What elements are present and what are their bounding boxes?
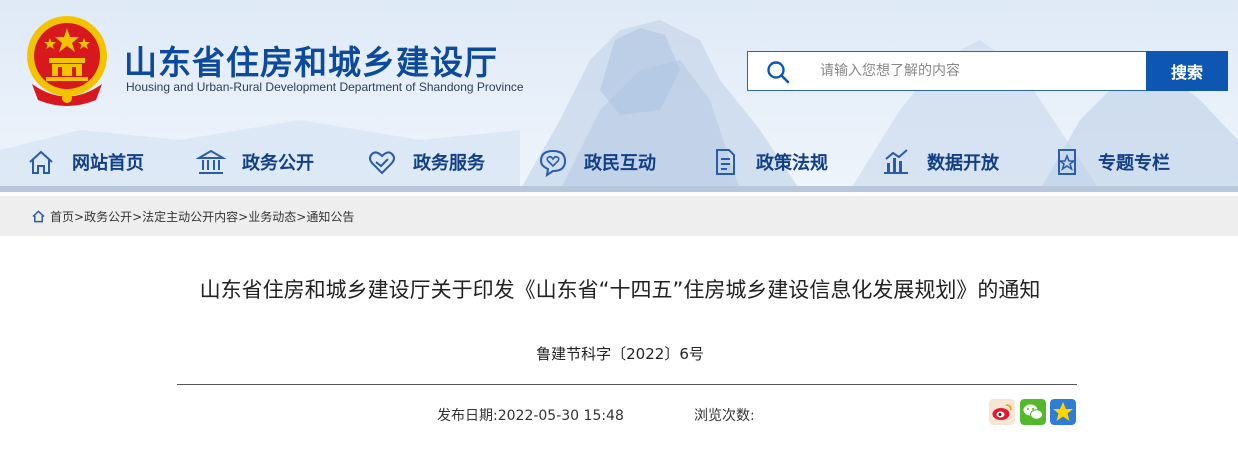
publish-date: 发布日期:2022-05-30 15:48 [437,405,624,425]
breadcrumb-separator: > [296,209,307,224]
document-icon [716,149,735,175]
breadcrumb-separator: > [238,209,249,224]
search-box: 搜索 [747,51,1228,91]
site-header: 山东省住房和城乡建设厅 Housing and Urban-Rural Deve… [0,0,1238,190]
nav-item-label: 政民互动 [584,153,656,174]
nav-item-label: 政策法规 [756,153,828,174]
nav-item-label: 政务服务 [413,153,485,174]
nav-item-interaction[interactable]: 政民互动 [538,140,656,184]
nav-item-special-topics[interactable]: 专题专栏 [1052,140,1170,184]
heart-hands-icon [369,151,395,175]
breadcrumb: 首页 > 政务公开 > 法定主动公开内容 > 业务动态 > 通知公告 [32,208,354,225]
breadcrumb-link-home[interactable]: 首页 [50,208,74,225]
view-count-label: 浏览次数: [694,408,755,424]
breadcrumb-link-business[interactable]: 业务动态 [248,208,296,225]
site-title: 山东省住房和城乡建设厅 [124,43,498,82]
chat-heart-icon [539,149,567,177]
search-button[interactable]: 搜索 [1146,51,1228,91]
publish-date-value: 2022-05-30 15:48 [497,408,624,424]
government-building-icon [196,149,226,174]
nav-item-label: 政务公开 [242,153,314,174]
nav-item-open-data[interactable]: 数据开放 [881,140,999,184]
home-icon [29,150,53,174]
search-input[interactable] [820,53,1140,89]
breadcrumb-link-notices[interactable]: 通知公告 [306,208,354,225]
nav-item-label: 网站首页 [72,153,144,174]
star-document-icon [1057,149,1077,175]
weibo-icon[interactable] [989,399,1015,425]
breadcrumb-link-gov-affairs[interactable]: 政务公开 [84,208,132,225]
home-icon [32,210,45,223]
title-divider [177,384,1077,385]
national-emblem-icon [27,16,107,106]
main-nav: 网站首页 政务公开 政务服务 政民互动 政策法规 数据开放 专题专栏 [0,140,1238,184]
wechat-icon[interactable] [1020,399,1046,425]
breadcrumb-bar: 首页 > 政务公开 > 法定主动公开内容 > 业务动态 > 通知公告 [0,196,1238,236]
publish-date-label: 发布日期: [437,408,498,424]
search-icon [767,61,790,84]
article-title: 山东省住房和城乡建设厅关于印发《山东省“十四五”住房城乡建设信息化发展规划》的通… [199,278,1041,302]
view-count: 浏览次数: [694,405,755,425]
bar-chart-icon [884,149,908,174]
nav-item-label: 专题专栏 [1098,153,1170,174]
nav-item-policies[interactable]: 政策法规 [710,140,828,184]
site-subtitle: Housing and Urban-Rural Development Depa… [126,80,524,94]
breadcrumb-separator: > [74,209,85,224]
qzone-icon[interactable] [1050,399,1076,425]
nav-item-gov-services[interactable]: 政务服务 [367,140,485,184]
document-number: 鲁建节科字〔2022〕6号 [536,345,704,363]
nav-item-gov-affairs[interactable]: 政务公开 [196,140,314,184]
nav-divider [0,186,1238,192]
breadcrumb-link-statutory[interactable]: 法定主动公开内容 [142,208,238,225]
nav-item-label: 数据开放 [927,153,999,174]
breadcrumb-separator: > [132,209,143,224]
nav-item-home[interactable]: 网站首页 [26,140,144,184]
